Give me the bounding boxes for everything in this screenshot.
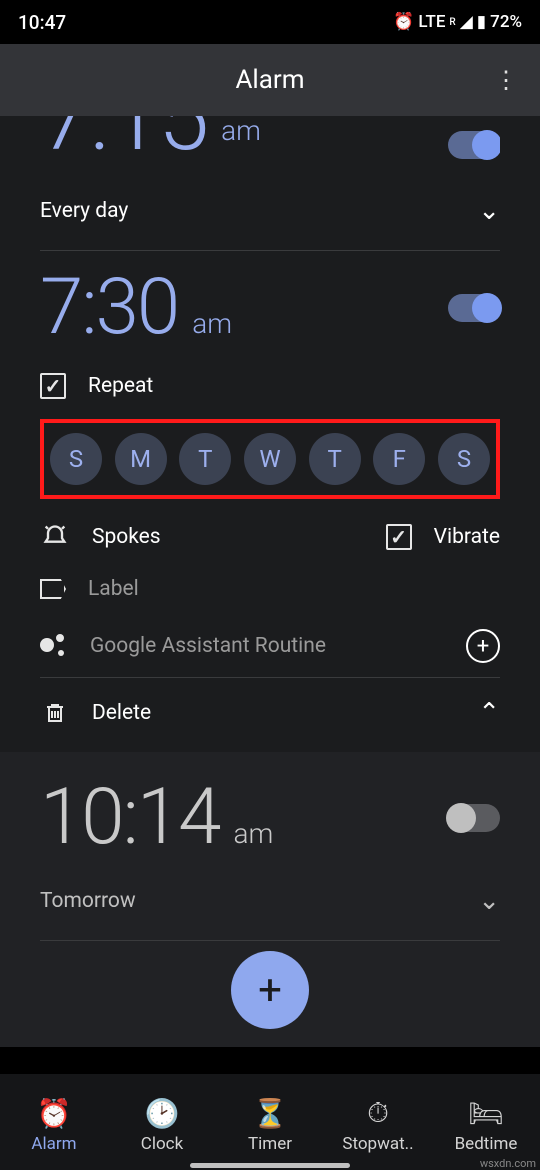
nav-label: Bedtime xyxy=(455,1134,518,1154)
app-bar: Alarm ⋮ xyxy=(0,44,540,116)
hourglass-icon: ⏳ xyxy=(253,1097,288,1130)
alarm-ampm: am xyxy=(221,116,261,161)
day-wed[interactable]: W xyxy=(244,433,296,485)
alarm-list: 7.15 am Every day ⌄ 7:30 am Repeat S M T xyxy=(0,116,540,1047)
nav-label: Clock xyxy=(141,1134,183,1154)
network-label: LTE xyxy=(418,12,445,32)
vibrate-row[interactable]: Vibrate xyxy=(386,524,500,550)
day-thu[interactable]: T xyxy=(309,433,361,485)
label-row[interactable]: Label xyxy=(40,563,500,615)
day-sun[interactable]: S xyxy=(50,433,102,485)
stopwatch-icon: ⏱ xyxy=(367,1096,389,1130)
repeat-row[interactable]: Repeat xyxy=(40,359,500,413)
alarm-time: 7.15 xyxy=(40,116,207,139)
alarm-toggle[interactable] xyxy=(448,294,500,322)
overflow-menu-button[interactable]: ⋮ xyxy=(482,44,530,116)
day-fri[interactable]: F xyxy=(373,433,425,485)
days-highlight-box: S M T W T F S xyxy=(40,419,500,499)
sound-row[interactable]: Spokes xyxy=(40,523,161,551)
delete-button[interactable]: Delete xyxy=(40,700,151,726)
alarm-item-2[interactable]: 10:14 am Tomorrow ⌄ xyxy=(0,752,540,941)
nav-clock[interactable]: 🕑 Clock xyxy=(112,1097,212,1154)
alarm-time: 10:14 xyxy=(40,772,219,863)
vibrate-label: Vibrate xyxy=(434,525,500,549)
status-right: ⏰ LTE R ◢ ▮ 72% xyxy=(393,12,522,32)
nav-label: Timer xyxy=(248,1134,292,1154)
alarm-set-icon: ⏰ xyxy=(393,12,414,32)
chevron-up-icon[interactable]: ⌃ xyxy=(478,698,500,728)
bed-icon: 🛏 xyxy=(468,1097,504,1130)
vibrate-checkbox[interactable] xyxy=(386,524,412,550)
nav-timer[interactable]: ⏳ Timer xyxy=(220,1097,320,1154)
alarm-schedule: Every day xyxy=(40,199,128,223)
alarm-ampm: am xyxy=(192,307,232,340)
day-sat[interactable]: S xyxy=(438,433,490,485)
label-text: Label xyxy=(88,577,139,601)
alarm-time-button[interactable]: 7:30 am xyxy=(40,269,232,347)
alarm-ampm: am xyxy=(233,817,273,864)
alarm-item-1: 7:30 am Repeat S M T W T F S Spokes xyxy=(0,251,540,752)
battery-icon: ▮ xyxy=(477,12,486,32)
assistant-icon xyxy=(40,632,68,660)
alarm-sound-icon xyxy=(40,523,70,551)
battery-label: 72% xyxy=(490,12,522,32)
add-alarm-fab[interactable]: + xyxy=(231,951,309,1029)
alarm-icon: ⏰ xyxy=(37,1097,72,1130)
bottom-nav: ⏰ Alarm 🕑 Clock ⏳ Timer ⏱ Stopwat.. 🛏 Be… xyxy=(0,1074,540,1170)
chevron-down-icon[interactable]: ⌄ xyxy=(478,196,500,226)
repeat-checkbox[interactable] xyxy=(40,373,66,399)
sound-label: Spokes xyxy=(92,525,161,549)
chevron-down-icon[interactable]: ⌄ xyxy=(478,886,500,916)
day-tue[interactable]: T xyxy=(179,433,231,485)
nav-label: Alarm xyxy=(31,1134,76,1154)
alarm-toggle[interactable] xyxy=(448,804,500,832)
clock-icon: 🕑 xyxy=(145,1097,180,1130)
repeat-label: Repeat xyxy=(88,374,153,398)
alarm-toggle[interactable] xyxy=(448,131,500,159)
alarm-item-0[interactable]: 7.15 am Every day ⌄ xyxy=(0,116,540,251)
day-mon[interactable]: M xyxy=(115,433,167,485)
page-title: Alarm xyxy=(235,65,304,95)
nav-label: Stopwat.. xyxy=(342,1134,413,1154)
alarm-time: 7:30 xyxy=(40,269,178,347)
watermark: wsxdn.com xyxy=(480,1157,536,1170)
status-bar: 10:47 ⏰ LTE R ◢ ▮ 72% xyxy=(0,0,540,44)
assistant-row[interactable]: Google Assistant Routine + xyxy=(40,615,500,677)
network-sup: R xyxy=(449,17,455,28)
nav-stopwatch[interactable]: ⏱ Stopwat.. xyxy=(328,1096,428,1154)
delete-label: Delete xyxy=(92,701,151,725)
alarm-schedule: Tomorrow xyxy=(40,889,136,913)
nav-bedtime[interactable]: 🛏 Bedtime xyxy=(436,1097,536,1154)
gesture-bar xyxy=(190,1163,350,1168)
nav-alarm[interactable]: ⏰ Alarm xyxy=(4,1097,104,1154)
status-time: 10:47 xyxy=(18,11,66,34)
add-routine-button[interactable]: + xyxy=(466,629,500,663)
assistant-label: Google Assistant Routine xyxy=(90,634,326,658)
signal-icon: ◢ xyxy=(460,12,473,32)
label-icon xyxy=(40,579,66,599)
trash-icon xyxy=(40,700,70,726)
